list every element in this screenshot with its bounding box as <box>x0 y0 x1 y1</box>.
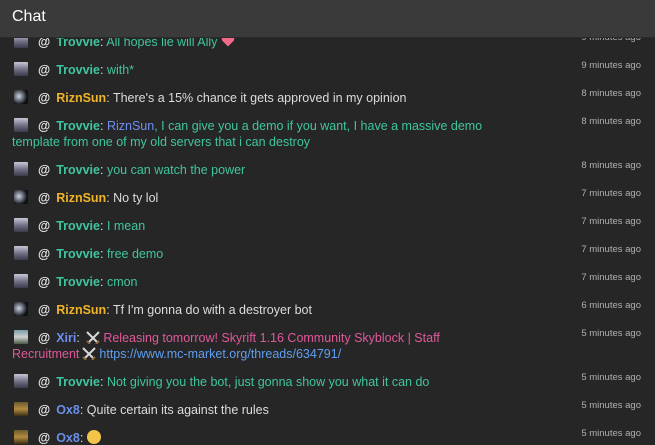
chat-title: Chat <box>12 8 46 25</box>
username[interactable]: Xiri <box>56 331 76 345</box>
user-mention[interactable]: RiznSun <box>107 119 154 133</box>
chat-message: @ Trovvie: cmon 7 minutes ago <box>0 268 655 296</box>
crossed-swords-icon <box>82 347 97 360</box>
mention-prefix: @ <box>38 247 51 261</box>
avatar[interactable] <box>14 90 28 104</box>
chat-message: @ Xiri: Releasing tomorrow! Skyrift 1.16 … <box>12 328 641 361</box>
mention-prefix: @ <box>38 163 51 177</box>
heart-emoji-icon <box>222 38 235 47</box>
avatar[interactable] <box>14 190 28 204</box>
chat-message: @Trovvie: All hopes lie will Ally 9 minu… <box>0 38 655 56</box>
username[interactable]: Ox8 <box>56 403 80 417</box>
username[interactable]: Trovvie <box>56 247 100 261</box>
message-timestamp: 7 minutes ago <box>581 216 641 227</box>
avatar[interactable] <box>14 218 28 232</box>
username[interactable]: RiznSun <box>56 303 106 317</box>
message-text: cmon <box>106 275 138 289</box>
chat-message: @ RiznSun: There's a 15% chance it gets a… <box>0 84 655 112</box>
message-text: Tf I'm gonna do with a destroyer bot <box>112 303 312 317</box>
message-timestamp: 5 minutes ago <box>581 328 641 339</box>
chat-message: @ Trovvie: you can watch the power 8 minu… <box>0 156 655 184</box>
message-text: I mean <box>106 219 146 233</box>
chat-message-list[interactable]: @Trovvie: All hopes lie will Ally 9 minu… <box>0 38 655 445</box>
message-timestamp: 9 minutes ago <box>581 60 641 71</box>
chat-message: @ Ox8: 5 minutes ago <box>0 424 655 445</box>
avatar[interactable] <box>14 62 28 76</box>
chat-message: @ Trovvie: with* 9 minutes ago <box>0 56 655 84</box>
username[interactable]: Ox8 <box>56 431 80 445</box>
message-text: Not giving you the bot, just gonna show … <box>106 375 430 389</box>
mention-prefix: @ <box>38 219 51 233</box>
username[interactable]: Trovvie <box>56 219 100 233</box>
username[interactable]: Trovvie <box>56 275 100 289</box>
avatar[interactable] <box>14 430 28 444</box>
mention-prefix: @ <box>38 303 51 317</box>
mention-prefix: @ <box>38 275 51 289</box>
chat-message: @ RiznSun: No ty lol 7 minutes ago <box>0 184 655 212</box>
message-timestamp: 8 minutes ago <box>581 116 641 127</box>
message-timestamp: 7 minutes ago <box>581 188 641 199</box>
mention-prefix: @ <box>38 331 51 345</box>
message-text: Quite certain its against the rules <box>86 403 269 417</box>
message-timestamp: 5 minutes ago <box>581 372 641 383</box>
avatar[interactable] <box>14 374 28 388</box>
message-timestamp: 8 minutes ago <box>581 88 641 99</box>
username[interactable]: Trovvie <box>56 63 100 77</box>
username[interactable]: Trovvie <box>56 119 100 133</box>
avatar[interactable] <box>14 118 28 132</box>
message-timestamp: 9 minutes ago <box>581 38 641 46</box>
message-timestamp: 7 minutes ago <box>581 244 641 255</box>
message-text: free demo <box>106 247 164 261</box>
mention-prefix: @ <box>38 38 51 49</box>
username[interactable]: Trovvie <box>56 375 100 389</box>
avatar[interactable] <box>14 38 28 48</box>
mention-prefix: @ <box>38 191 51 205</box>
crossed-swords-icon <box>86 331 101 344</box>
message-text: All hopes lie will Ally <box>106 38 218 49</box>
mention-prefix: @ <box>38 375 51 389</box>
mention-prefix: @ <box>38 119 51 133</box>
message-timestamp: 5 minutes ago <box>581 400 641 411</box>
message-timestamp: 5 minutes ago <box>581 428 641 439</box>
mention-prefix: @ <box>38 63 51 77</box>
username[interactable]: RiznSun <box>56 91 106 105</box>
chat-message: @ Trovvie: Not giving you the bot, just g… <box>0 368 655 396</box>
message-link[interactable]: https://www.mc-market.org/threads/634791… <box>99 347 341 361</box>
chat-header: Chat <box>0 0 655 38</box>
avatar[interactable] <box>14 274 28 288</box>
username[interactable]: Trovvie <box>56 163 100 177</box>
message-text: you can watch the power <box>106 163 246 177</box>
chat-message: @ Trovvie: free demo 7 minutes ago <box>0 240 655 268</box>
chat-message: @ Ox8: Quite certain its against the rule… <box>0 396 655 424</box>
avatar[interactable] <box>14 162 28 176</box>
mention-prefix: @ <box>38 403 51 417</box>
message-timestamp: 7 minutes ago <box>581 272 641 283</box>
grimace-emoji-icon <box>86 430 101 444</box>
avatar[interactable] <box>14 330 28 344</box>
chat-message: @ Trovvie: RiznSun, I can give you a demo… <box>12 116 641 149</box>
chat-message: @ Trovvie: I mean 7 minutes ago <box>0 212 655 240</box>
chat-message: @ RiznSun: Tf I'm gonna do with a destroy… <box>0 296 655 324</box>
avatar[interactable] <box>14 302 28 316</box>
avatar[interactable] <box>14 246 28 260</box>
message-timestamp: 8 minutes ago <box>581 160 641 171</box>
username[interactable]: Trovvie <box>56 38 100 49</box>
mention-prefix: @ <box>38 91 51 105</box>
avatar[interactable] <box>14 402 28 416</box>
mention-prefix: @ <box>38 431 51 445</box>
message-text: No ty lol <box>113 191 159 205</box>
message-text: with* <box>106 63 135 77</box>
username[interactable]: RiznSun <box>56 191 106 205</box>
message-text: There's a 15% chance it gets approved in… <box>112 91 407 105</box>
message-timestamp: 6 minutes ago <box>581 300 641 311</box>
